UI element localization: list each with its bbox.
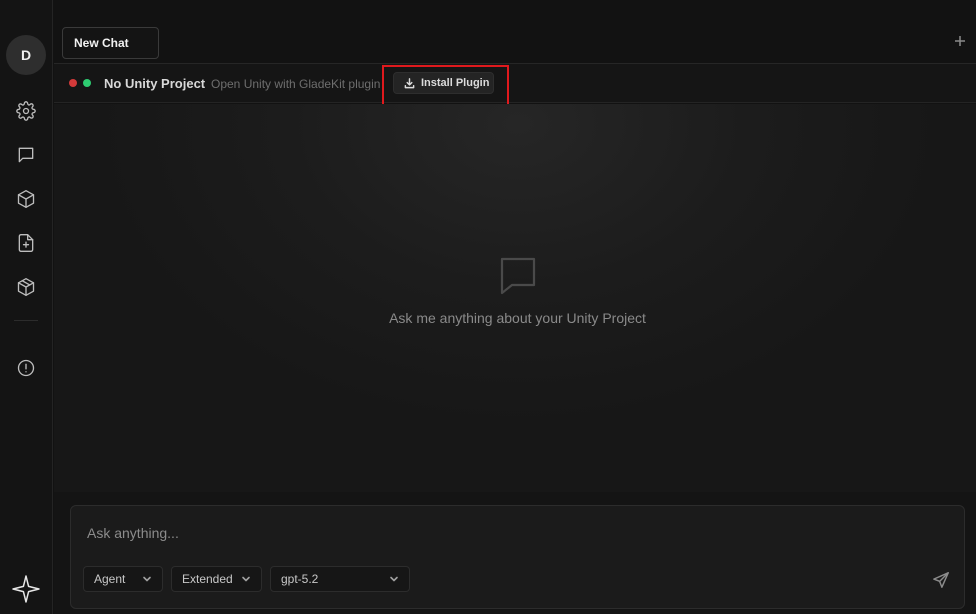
message-input[interactable] — [87, 523, 907, 543]
sparkle-star-icon — [12, 575, 40, 603]
sidebar: D — [0, 0, 53, 614]
app-logo — [11, 574, 41, 604]
empty-state-icon-wrap — [496, 254, 540, 298]
install-plugin-button[interactable]: Install Plugin — [393, 72, 494, 94]
chat-area: Ask me anything about your Unity Project — [54, 104, 976, 492]
cube-icon — [17, 190, 35, 208]
chevron-down-icon — [242, 576, 250, 582]
avatar[interactable]: D — [6, 35, 46, 75]
packages-button[interactable] — [12, 273, 40, 301]
feedback-button[interactable] — [12, 354, 40, 382]
composer: Agent Extended gpt-5.2 — [70, 505, 965, 609]
chevron-down-icon — [143, 576, 151, 582]
install-plugin-label: Install Plugin — [421, 77, 490, 89]
mode-select-value: Agent — [94, 572, 126, 586]
download-icon — [404, 77, 415, 88]
composer-area: Agent Extended gpt-5.2 — [54, 492, 976, 614]
send-icon — [933, 572, 949, 588]
chat-bubble-icon — [18, 147, 34, 163]
model-select[interactable]: gpt-5.2 — [270, 566, 410, 592]
thinking-select[interactable]: Extended — [171, 566, 262, 592]
app-window: D New Chat No Unity Project Open Unity w… — [0, 0, 976, 614]
status-indicator-green — [83, 79, 91, 87]
project-status-subtitle: Open Unity with GladeKit plugin — [211, 77, 381, 91]
settings-button[interactable] — [12, 97, 40, 125]
alert-circle-icon — [17, 359, 35, 377]
package-icon — [17, 278, 35, 296]
new-tab-button[interactable] — [952, 33, 968, 49]
file-plus-icon — [18, 234, 34, 252]
gear-icon — [16, 101, 36, 121]
tab-bar: New Chat — [54, 22, 976, 64]
empty-state-message: Ask me anything about your Unity Project — [389, 310, 646, 326]
model-select-value: gpt-5.2 — [281, 572, 319, 586]
sidebar-divider — [14, 320, 38, 321]
send-button[interactable] — [930, 569, 952, 591]
thinking-select-value: Extended — [182, 572, 233, 586]
plus-icon — [955, 36, 965, 46]
mode-select[interactable]: Agent — [83, 566, 163, 592]
unity-objects-button[interactable] — [12, 185, 40, 213]
chats-button[interactable] — [12, 141, 40, 169]
new-file-button[interactable] — [12, 229, 40, 257]
project-status-bar: No Unity Project Open Unity with GladeKi… — [54, 64, 976, 106]
chevron-down-icon — [390, 576, 398, 582]
status-indicator-red — [69, 79, 77, 87]
project-status-title: No Unity Project — [104, 76, 206, 91]
chat-bubble-icon — [500, 257, 536, 295]
tab-new-chat[interactable]: New Chat — [62, 27, 159, 59]
